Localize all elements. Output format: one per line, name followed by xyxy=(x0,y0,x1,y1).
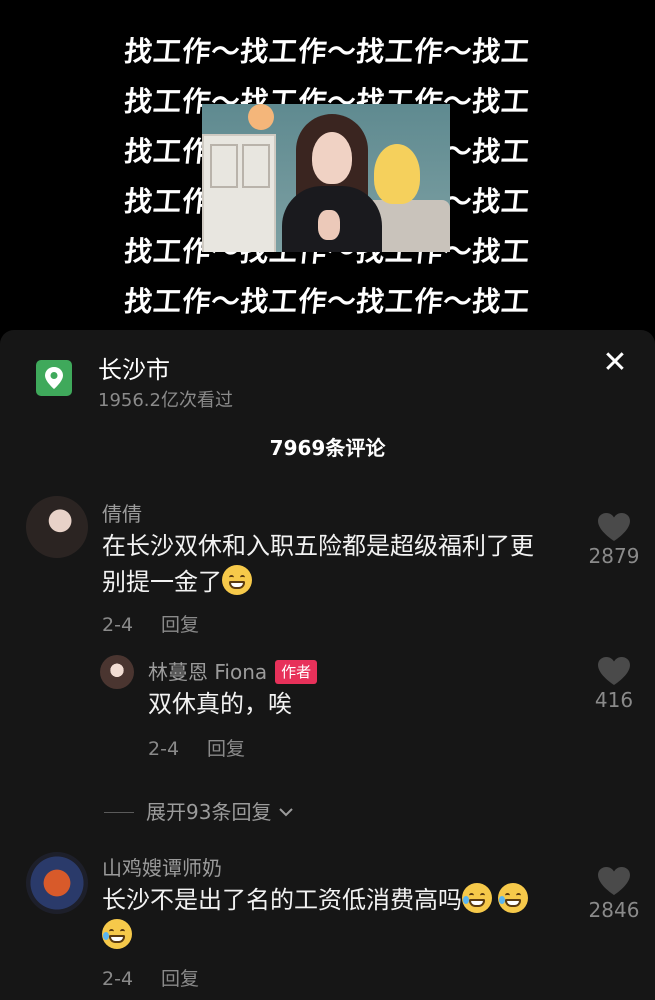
like-button[interactable]: 2879 xyxy=(574,512,654,568)
video-text-line: 找工作～找工作～找工作～找工 xyxy=(122,35,533,68)
expand-replies-button[interactable]: 展开93条回复 xyxy=(104,796,294,825)
reply-username[interactable]: 林蔓恩 Fiona xyxy=(148,660,267,684)
comment-date: 2-4 xyxy=(102,614,134,636)
like-count: 2846 xyxy=(588,898,640,922)
comment-text-line: 在长沙双休和入职五险都是超级福利了更 xyxy=(102,532,534,560)
author-badge: 作者 xyxy=(275,660,318,684)
tears-of-joy-emoji-icon xyxy=(102,919,132,949)
grin-sweat-emoji-icon xyxy=(222,565,252,595)
video-text-line: 找工作～找工作～找工作～找工 xyxy=(122,285,533,318)
comment-count-title: 7969条评论 xyxy=(269,436,386,460)
like-button[interactable]: 2846 xyxy=(574,866,654,922)
map-pin-icon[interactable] xyxy=(36,360,72,396)
reply-button[interactable]: 回复 xyxy=(207,738,245,760)
close-icon[interactable]: ✕ xyxy=(600,348,630,378)
video-frame-image xyxy=(202,104,450,252)
divider xyxy=(104,812,134,813)
comment-text: 双休真的，唉 xyxy=(148,690,292,718)
comment-username[interactable]: 倩倩 xyxy=(102,498,142,527)
heart-icon xyxy=(598,657,630,685)
avatar[interactable] xyxy=(100,655,134,689)
location-views: 1956.2亿次看过 xyxy=(98,390,233,411)
comment-text-line: 长沙不是出了名的工资低消费高吗 xyxy=(102,886,462,914)
comment-meta: 2-4 回复 xyxy=(102,964,199,991)
comment-date: 2-4 xyxy=(102,968,134,990)
avatar[interactable] xyxy=(26,496,88,558)
tears-of-joy-emoji-icon xyxy=(462,883,492,913)
chevron-down-icon xyxy=(279,808,293,817)
like-button[interactable]: 416 xyxy=(574,656,654,712)
location-name[interactable]: 长沙市 xyxy=(98,350,170,385)
heart-icon xyxy=(598,867,630,895)
tears-of-joy-emoji-icon xyxy=(498,883,528,913)
comment-date: 2-4 xyxy=(148,738,180,760)
comment-sheet: 长沙市 1956.2亿次看过 ✕ 7969条评论 倩倩 在长沙双休和入职五险都是… xyxy=(0,330,655,1000)
comment-text: 长沙不是出了名的工资低消费高吗 xyxy=(102,882,572,954)
comment-text-line: 别提一金了 xyxy=(102,568,222,596)
comment-username[interactable]: 山鸡嫂谭师奶 xyxy=(102,852,222,881)
like-count: 2879 xyxy=(588,544,640,568)
avatar[interactable] xyxy=(26,852,88,914)
expand-replies-label: 展开93条回复 xyxy=(146,800,272,824)
reply-button[interactable]: 回复 xyxy=(161,614,199,636)
like-count: 416 xyxy=(594,688,634,712)
video-player[interactable]: 找工作～找工作～找工作～找工 找工作～找工作～找工作～找工 找工作～找工作～找工… xyxy=(0,0,655,330)
comment-meta: 2-4 回复 xyxy=(102,610,199,637)
comment-meta: 2-4 回复 xyxy=(148,734,245,761)
heart-icon xyxy=(598,513,630,541)
comment-username: 林蔓恩 Fiona 作者 xyxy=(148,656,318,685)
comment-text: 在长沙双休和入职五险都是超级福利了更 别提一金了 xyxy=(102,528,572,600)
reply-button[interactable]: 回复 xyxy=(161,968,199,990)
